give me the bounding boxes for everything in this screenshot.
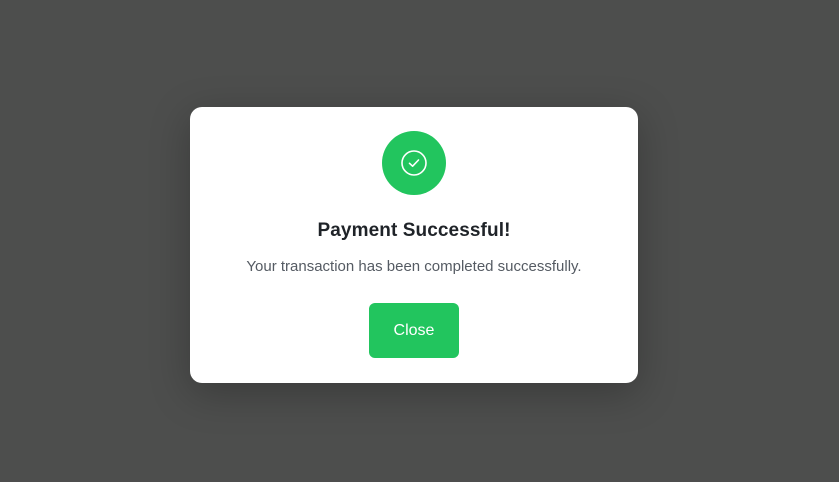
payment-success-dialog: Payment Successful! Your transaction has… (190, 107, 638, 383)
check-circle-icon (401, 150, 427, 176)
close-button[interactable]: Close (369, 303, 459, 358)
success-badge (382, 131, 446, 195)
dialog-title: Payment Successful! (317, 220, 511, 241)
dialog-message: Your transaction has been completed succ… (246, 258, 582, 275)
